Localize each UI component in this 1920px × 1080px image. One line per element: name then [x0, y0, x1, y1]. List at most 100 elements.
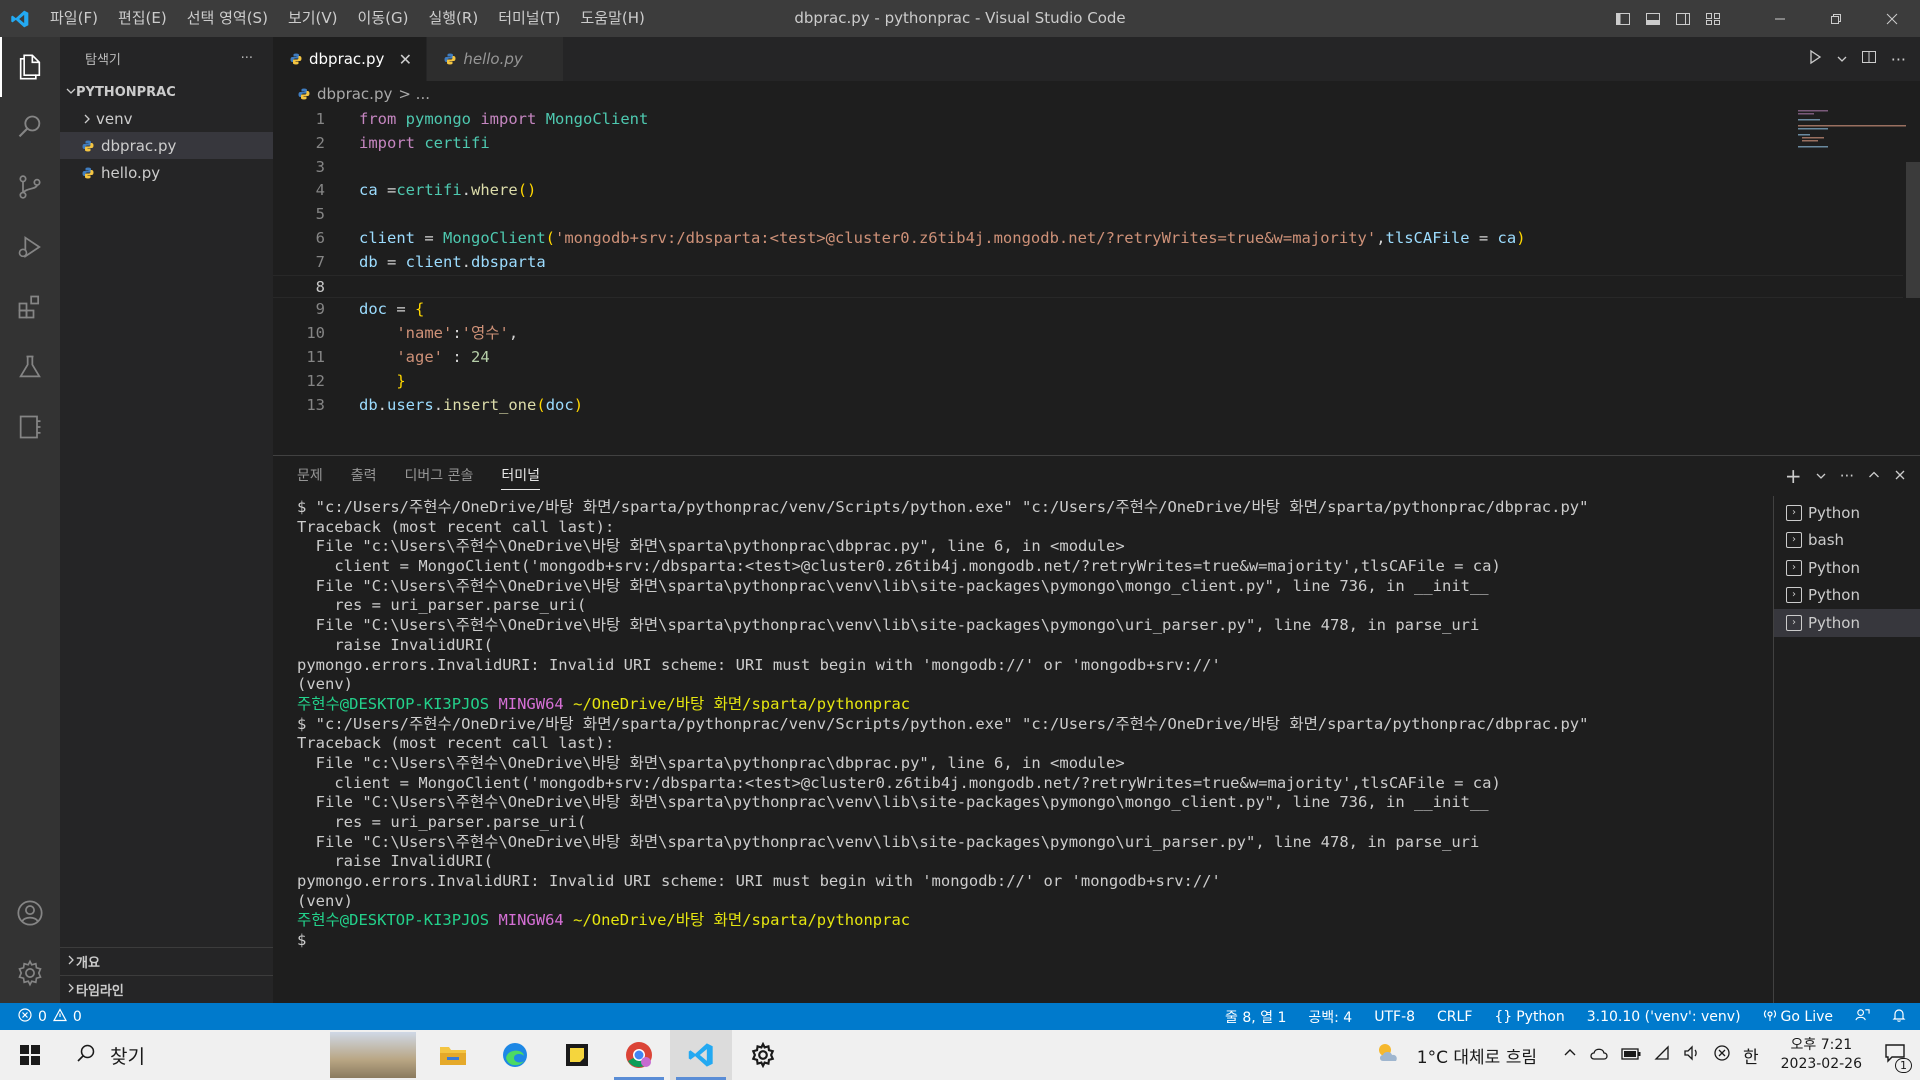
- remote-explorer-icon[interactable]: [0, 397, 60, 457]
- run-debug-icon[interactable]: [0, 217, 60, 277]
- edge-browser-app-icon[interactable]: [484, 1030, 546, 1080]
- encoding[interactable]: UTF-8: [1374, 1009, 1415, 1025]
- tree-item-venv[interactable]: venv: [60, 105, 273, 132]
- vscode-app-icon[interactable]: [670, 1030, 732, 1080]
- minimize-icon[interactable]: [1752, 0, 1808, 37]
- bottom-panel: 문제 출력 디버그 콘솔 터미널 + ··· $ "c:/Users/주현수/O…: [273, 455, 1920, 1004]
- file-explorer-app-icon[interactable]: [422, 1030, 484, 1080]
- breadcrumb-rest[interactable]: > ...: [398, 85, 430, 103]
- more-actions-icon[interactable]: ···: [1840, 467, 1854, 485]
- tab-dbprac[interactable]: dbprac.py ✕: [273, 37, 428, 81]
- toggle-panel-icon[interactable]: [1638, 0, 1668, 37]
- minimap[interactable]: [1796, 108, 1906, 148]
- chrome-app-icon[interactable]: [608, 1030, 670, 1080]
- notification-count: 1: [1895, 1057, 1912, 1073]
- tab-problems[interactable]: 문제: [297, 456, 323, 496]
- extensions-icon[interactable]: [0, 277, 60, 337]
- indentation[interactable]: 공백: 4: [1308, 1007, 1352, 1027]
- terminal-item-python[interactable]: › Python: [1774, 582, 1920, 610]
- terminal-item-label: Python: [1808, 503, 1860, 522]
- terminal-output[interactable]: $ "c:/Users/주현수/OneDrive/바탕 화면/sparta/py…: [297, 498, 1797, 998]
- tab-debug-console[interactable]: 디버그 콘솔: [405, 456, 474, 496]
- code-line: 5: [315, 205, 325, 224]
- menu-go[interactable]: 이동(G): [348, 0, 419, 37]
- terminal-list: › Python › bash › Python › Python › Python: [1773, 496, 1920, 1004]
- new-terminal-icon[interactable]: +: [1785, 464, 1802, 488]
- accounts-icon[interactable]: [0, 883, 60, 943]
- tab-output[interactable]: 출력: [351, 456, 377, 496]
- chevron-down-icon[interactable]: [1816, 467, 1826, 485]
- editor-scrollbar[interactable]: [1906, 162, 1920, 298]
- weather-text[interactable]: 1°C 대체로 흐림: [1417, 1043, 1537, 1068]
- python-interpreter[interactable]: 3.10.10 ('venv': venv): [1587, 1009, 1741, 1025]
- terminal-line: File "c:\Users\주현수\OneDrive\바탕 화면\sparta…: [297, 537, 1125, 556]
- language-mode[interactable]: {} Python: [1494, 1009, 1564, 1025]
- terminal-line: Traceback (most recent call last):: [297, 734, 615, 753]
- python-file-icon: [81, 139, 95, 153]
- tab-hello[interactable]: hello.py: [427, 37, 564, 81]
- split-editor-icon[interactable]: [1861, 49, 1877, 69]
- close-window-icon[interactable]: [1864, 0, 1920, 37]
- testing-icon[interactable]: [0, 337, 60, 397]
- search-icon[interactable]: [0, 97, 60, 157]
- onedrive-cloud-icon[interactable]: [1589, 1045, 1609, 1065]
- settings-app-icon[interactable]: [732, 1030, 794, 1080]
- outline-section-header[interactable]: 개요: [60, 947, 273, 975]
- chevron-down-icon[interactable]: [1837, 50, 1847, 68]
- go-live-button[interactable]: Go Live: [1763, 1008, 1833, 1026]
- gear-icon[interactable]: [0, 943, 60, 1003]
- menu-selection[interactable]: 선택 영역(S): [177, 0, 278, 37]
- notification-icon[interactable]: 1: [1884, 1042, 1912, 1073]
- sticky-notes-app-icon[interactable]: [546, 1030, 608, 1080]
- bell-icon[interactable]: [1892, 1008, 1906, 1026]
- source-control-icon[interactable]: [0, 157, 60, 217]
- run-python-file-icon[interactable]: [1807, 49, 1823, 69]
- toggle-primary-sidebar-icon[interactable]: [1608, 0, 1638, 37]
- cursor-position[interactable]: 줄 8, 열 1: [1225, 1007, 1286, 1027]
- problems-status[interactable]: 0 0: [0, 1007, 82, 1026]
- chevron-up-icon[interactable]: [1563, 1045, 1577, 1065]
- close-icon[interactable]: ✕: [396, 50, 414, 69]
- ime-indicator[interactable]: 한: [1743, 1043, 1759, 1068]
- terminal-item-python[interactable]: › Python: [1774, 554, 1920, 582]
- toggle-secondary-sidebar-icon[interactable]: [1668, 0, 1698, 37]
- terminal-item-python-active[interactable]: › Python: [1774, 609, 1920, 637]
- taskbar-search[interactable]: 찾기: [60, 1030, 330, 1080]
- feedback-icon[interactable]: [1855, 1007, 1870, 1026]
- tree-item-hello[interactable]: hello.py: [60, 159, 273, 186]
- volume-icon[interactable]: [1683, 1044, 1701, 1066]
- menu-terminal[interactable]: 터미널(T): [488, 0, 570, 37]
- terminal-item-label: Python: [1808, 586, 1860, 605]
- breadcrumb-file[interactable]: dbprac.py: [317, 85, 392, 103]
- search-highlight-image[interactable]: [330, 1032, 416, 1078]
- tab-terminal[interactable]: 터미널: [501, 456, 540, 496]
- menu-run[interactable]: 실행(R): [418, 0, 488, 37]
- menu-help[interactable]: 도움말(H): [570, 0, 654, 37]
- clock-date: 2023-02-26: [1780, 1056, 1862, 1072]
- code-editor[interactable]: 1 from pymongo import MongoClient 2 import…: [273, 108, 1903, 453]
- tree-item-dbprac[interactable]: dbprac.py: [60, 132, 273, 159]
- end-of-line[interactable]: CRLF: [1437, 1009, 1472, 1025]
- menu-view[interactable]: 보기(V): [278, 0, 348, 37]
- clock[interactable]: 오후 7:21 2023-02-26: [1781, 1036, 1862, 1074]
- timeline-section-header[interactable]: 타임라인: [60, 975, 273, 1003]
- menu-edit[interactable]: 편집(E): [108, 0, 177, 37]
- windows-start-icon[interactable]: [0, 1030, 60, 1080]
- no-network-icon[interactable]: [1713, 1044, 1731, 1067]
- wifi-icon[interactable]: [1653, 1044, 1671, 1066]
- weather-cloud-icon[interactable]: [1375, 1041, 1405, 1070]
- menu-file[interactable]: 파일(F): [40, 0, 108, 37]
- explorer-more-button[interactable]: ···: [241, 51, 253, 66]
- battery-icon[interactable]: [1621, 1045, 1641, 1065]
- customize-layout-icon[interactable]: [1698, 0, 1728, 37]
- maximize-panel-icon[interactable]: [1868, 467, 1880, 485]
- more-actions-icon[interactable]: ···: [1891, 50, 1906, 69]
- terminal-input-line[interactable]: $: [297, 931, 1797, 951]
- terminal-item-python[interactable]: › Python: [1774, 499, 1920, 527]
- restore-icon[interactable]: [1808, 0, 1864, 37]
- terminal-item-bash[interactable]: › bash: [1774, 527, 1920, 555]
- project-folder-header[interactable]: PYTHONPRAC: [60, 79, 273, 105]
- code-line: 2 import certifi: [315, 133, 490, 152]
- close-panel-icon[interactable]: [1894, 467, 1906, 485]
- explorer-icon[interactable]: [0, 37, 60, 97]
